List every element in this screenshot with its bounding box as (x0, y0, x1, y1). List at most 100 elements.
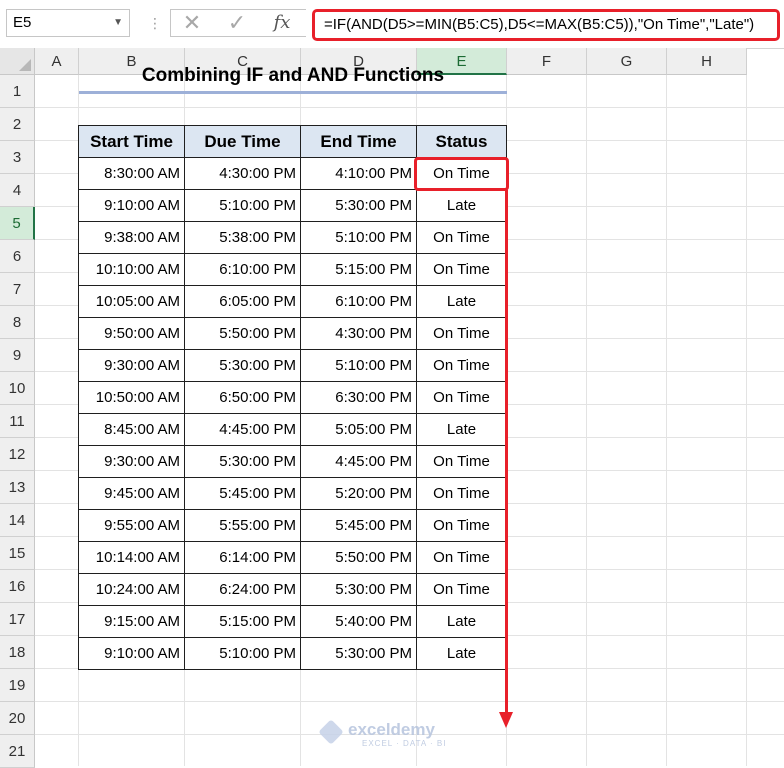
due-time-cell[interactable]: 6:50:00 PM (184, 381, 301, 414)
status-cell[interactable]: On Time (416, 477, 507, 510)
row-header-12[interactable]: 12 (0, 438, 35, 471)
header-start-time[interactable]: Start Time (78, 125, 185, 158)
status-cell[interactable]: Late (416, 413, 507, 446)
status-cell[interactable]: On Time (416, 509, 507, 542)
end-time-cell[interactable]: 5:30:00 PM (300, 573, 417, 606)
status-cell[interactable]: On Time (416, 445, 507, 478)
due-time-cell[interactable]: 5:38:00 PM (184, 221, 301, 254)
column-header-g[interactable]: G (587, 48, 667, 75)
row-header-19[interactable]: 19 (0, 669, 35, 702)
end-time-cell[interactable]: 5:05:00 PM (300, 413, 417, 446)
row-header-15[interactable]: 15 (0, 537, 35, 570)
due-time-cell[interactable]: 5:10:00 PM (184, 189, 301, 222)
select-all-corner[interactable] (0, 48, 35, 75)
row-header-21[interactable]: 21 (0, 735, 35, 768)
start-time-cell[interactable]: 9:10:00 AM (78, 189, 185, 222)
name-box[interactable]: E5 ▼ (6, 9, 130, 37)
cancel-icon[interactable]: ✕ (180, 10, 204, 36)
start-time-cell[interactable]: 8:30:00 AM (78, 157, 185, 190)
status-cell[interactable]: On Time (416, 221, 507, 254)
status-cell[interactable]: On Time (416, 381, 507, 414)
row-header-18[interactable]: 18 (0, 636, 35, 669)
status-cell[interactable]: On Time (416, 349, 507, 382)
start-time-cell[interactable]: 9:55:00 AM (78, 509, 185, 542)
row-header-17[interactable]: 17 (0, 603, 35, 636)
status-cell[interactable]: On Time (416, 317, 507, 350)
formula-input[interactable]: =IF(AND(D5>=MIN(B5:C5),D5<=MAX(B5:C5)),"… (312, 9, 780, 41)
header-status[interactable]: Status (416, 125, 507, 158)
row-header-6[interactable]: 6 (0, 240, 35, 273)
column-header-h[interactable]: H (667, 48, 747, 75)
start-time-cell[interactable]: 10:50:00 AM (78, 381, 185, 414)
insert-function-icon[interactable]: fx (270, 10, 294, 36)
start-time-cell[interactable]: 9:50:00 AM (78, 317, 185, 350)
row-header-8[interactable]: 8 (0, 306, 35, 339)
end-time-cell[interactable]: 5:15:00 PM (300, 253, 417, 286)
end-time-cell[interactable]: 6:30:00 PM (300, 381, 417, 414)
row-header-1[interactable]: 1 (0, 75, 35, 108)
end-time-cell[interactable]: 4:30:00 PM (300, 317, 417, 350)
row-header-9[interactable]: 9 (0, 339, 35, 372)
due-time-cell[interactable]: 6:10:00 PM (184, 253, 301, 286)
due-time-cell[interactable]: 5:45:00 PM (184, 477, 301, 510)
status-cell[interactable]: On Time (416, 573, 507, 606)
end-time-cell[interactable]: 5:10:00 PM (300, 221, 417, 254)
start-time-cell[interactable]: 9:30:00 AM (78, 445, 185, 478)
start-time-cell[interactable]: 9:38:00 AM (78, 221, 185, 254)
due-time-cell[interactable]: 5:50:00 PM (184, 317, 301, 350)
fill-down-arrow-line (505, 190, 508, 718)
end-time-cell[interactable]: 5:30:00 PM (300, 189, 417, 222)
due-time-cell[interactable]: 5:30:00 PM (184, 445, 301, 478)
due-time-cell[interactable]: 5:30:00 PM (184, 349, 301, 382)
due-time-cell[interactable]: 4:45:00 PM (184, 413, 301, 446)
due-time-cell[interactable]: 5:55:00 PM (184, 509, 301, 542)
start-time-cell[interactable]: 9:30:00 AM (78, 349, 185, 382)
start-time-cell[interactable]: 9:15:00 AM (78, 605, 185, 638)
status-cell[interactable]: Late (416, 605, 507, 638)
end-time-cell[interactable]: 5:30:00 PM (300, 637, 417, 670)
row-header-14[interactable]: 14 (0, 504, 35, 537)
end-time-cell[interactable]: 4:45:00 PM (300, 445, 417, 478)
row-header-7[interactable]: 7 (0, 273, 35, 306)
due-time-cell[interactable]: 6:24:00 PM (184, 573, 301, 606)
start-time-cell[interactable]: 10:24:00 AM (78, 573, 185, 606)
row-header-11[interactable]: 11 (0, 405, 35, 438)
status-cell[interactable]: Late (416, 285, 507, 318)
end-time-cell[interactable]: 5:40:00 PM (300, 605, 417, 638)
row-header-2[interactable]: 2 (0, 108, 35, 141)
due-time-cell[interactable]: 4:30:00 PM (184, 157, 301, 190)
header-due-time[interactable]: Due Time (184, 125, 301, 158)
column-header-f[interactable]: F (507, 48, 587, 75)
end-time-cell[interactable]: 5:45:00 PM (300, 509, 417, 542)
row-header-4[interactable]: 4 (0, 174, 35, 207)
row-header-10[interactable]: 10 (0, 372, 35, 405)
start-time-cell[interactable]: 10:14:00 AM (78, 541, 185, 574)
start-time-cell[interactable]: 9:45:00 AM (78, 477, 185, 510)
due-time-cell[interactable]: 5:15:00 PM (184, 605, 301, 638)
end-time-cell[interactable]: 6:10:00 PM (300, 285, 417, 318)
status-cell[interactable]: Late (416, 637, 507, 670)
column-header-a[interactable]: A (35, 48, 79, 75)
start-time-cell[interactable]: 10:05:00 AM (78, 285, 185, 318)
row-header-3[interactable]: 3 (0, 141, 35, 174)
enter-icon[interactable]: ✓ (225, 10, 249, 36)
start-time-cell[interactable]: 8:45:00 AM (78, 413, 185, 446)
due-time-cell[interactable]: 5:10:00 PM (184, 637, 301, 670)
due-time-cell[interactable]: 6:05:00 PM (184, 285, 301, 318)
row-header-20[interactable]: 20 (0, 702, 35, 735)
end-time-cell[interactable]: 5:10:00 PM (300, 349, 417, 382)
status-cell[interactable]: Late (416, 189, 507, 222)
header-end-time[interactable]: End Time (300, 125, 417, 158)
due-time-cell[interactable]: 6:14:00 PM (184, 541, 301, 574)
end-time-cell[interactable]: 5:20:00 PM (300, 477, 417, 510)
row-header-16[interactable]: 16 (0, 570, 35, 603)
status-cell[interactable]: On Time (416, 541, 507, 574)
chevron-down-icon[interactable]: ▼ (113, 10, 123, 36)
start-time-cell[interactable]: 9:10:00 AM (78, 637, 185, 670)
end-time-cell[interactable]: 4:10:00 PM (300, 157, 417, 190)
status-cell[interactable]: On Time (416, 253, 507, 286)
row-header-13[interactable]: 13 (0, 471, 35, 504)
start-time-cell[interactable]: 10:10:00 AM (78, 253, 185, 286)
end-time-cell[interactable]: 5:50:00 PM (300, 541, 417, 574)
row-header-5[interactable]: 5 (0, 207, 35, 240)
